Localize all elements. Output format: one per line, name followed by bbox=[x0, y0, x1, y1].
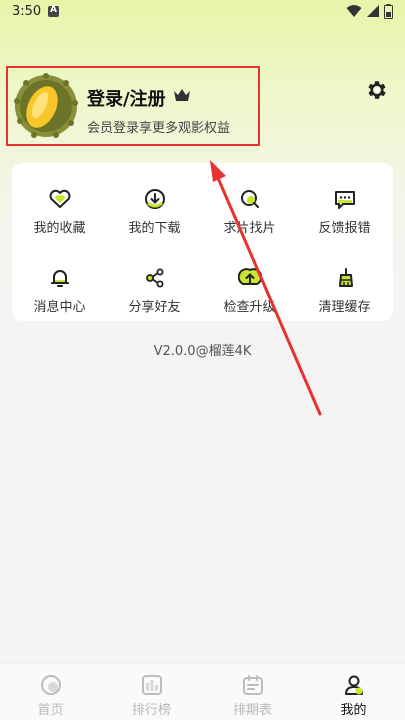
nav-label: 我的 bbox=[340, 703, 367, 718]
ranking-icon bbox=[142, 675, 162, 695]
download-icon bbox=[145, 189, 165, 209]
bottom-navigation: 首页 排行榜 排期表 我的 bbox=[0, 663, 405, 720]
nav-label: 排期表 bbox=[232, 703, 272, 718]
broom-icon bbox=[339, 268, 353, 287]
grid-item-feedback[interactable]: 反馈报错 bbox=[297, 177, 392, 239]
grid-item-label: 清理缓存 bbox=[318, 300, 371, 315]
upgrade-icon bbox=[238, 268, 262, 285]
crown-icon bbox=[174, 89, 190, 101]
grid-item-downloads[interactable]: 我的下载 bbox=[107, 177, 202, 239]
calendar-icon bbox=[243, 675, 263, 695]
battery-icon bbox=[384, 3, 393, 19]
heart-icon bbox=[49, 189, 71, 208]
nav-me[interactable]: 我的 bbox=[303, 664, 404, 720]
nav-ranking[interactable]: 排行榜 bbox=[101, 664, 202, 720]
status-icons bbox=[346, 3, 393, 19]
status-time: 3:50 bbox=[12, 4, 42, 19]
grid-item-messages[interactable]: 消息中心 bbox=[12, 256, 107, 318]
search-film-icon bbox=[241, 190, 259, 208]
grid-item-request-film[interactable]: 求片找片 bbox=[202, 177, 297, 239]
settings-gear-icon[interactable] bbox=[364, 78, 388, 102]
cellular-icon bbox=[367, 5, 379, 17]
nav-label: 首页 bbox=[37, 703, 64, 718]
nav-label: 排行榜 bbox=[131, 703, 171, 718]
share-icon bbox=[146, 268, 164, 288]
feedback-icon bbox=[335, 191, 355, 209]
grid-item-favorites[interactable]: 我的收藏 bbox=[12, 177, 107, 239]
home-icon bbox=[41, 675, 61, 695]
nav-schedule[interactable]: 排期表 bbox=[202, 664, 303, 720]
wifi-icon bbox=[346, 5, 362, 17]
grid-item-label: 反馈报错 bbox=[318, 221, 371, 236]
me-icon bbox=[345, 675, 363, 695]
login-profile-area[interactable]: 登录/注册 会员登录享更多观影权益 bbox=[6, 66, 260, 146]
member-benefits-text: 会员登录享更多观影权益 bbox=[87, 121, 231, 136]
grid-item-label: 求片找片 bbox=[223, 221, 276, 236]
feature-grid-card: 我的收藏 我的下载 求片找片 反馈报错 消息中心 分享好友 检查升级 清理缓存 bbox=[12, 163, 393, 321]
bell-icon bbox=[51, 270, 69, 287]
notification-a-icon bbox=[48, 5, 59, 17]
grid-item-label: 检查升级 bbox=[223, 300, 276, 315]
grid-item-share[interactable]: 分享好友 bbox=[107, 256, 202, 318]
grid-item-label: 消息中心 bbox=[33, 300, 86, 315]
grid-item-label: 我的收藏 bbox=[33, 221, 86, 236]
login-register-link[interactable]: 登录/注册 bbox=[87, 85, 166, 111]
durian-avatar-icon bbox=[14, 73, 78, 138]
nav-home[interactable]: 首页 bbox=[0, 664, 101, 720]
grid-item-label: 我的下载 bbox=[128, 221, 181, 236]
grid-item-clear-cache[interactable]: 清理缓存 bbox=[297, 256, 392, 318]
version-text: V2.0.0@榴莲4K bbox=[153, 344, 252, 359]
status-bar: 3:50 bbox=[0, 0, 405, 24]
grid-item-check-update[interactable]: 检查升级 bbox=[202, 256, 297, 318]
grid-item-label: 分享好友 bbox=[128, 300, 181, 315]
